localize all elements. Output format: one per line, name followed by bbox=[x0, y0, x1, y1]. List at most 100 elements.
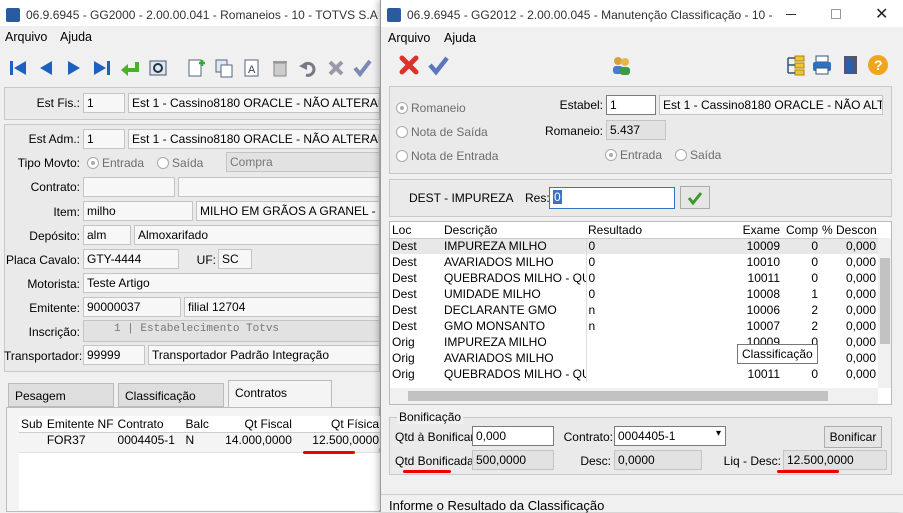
radio-saida[interactable]: Saída bbox=[157, 156, 203, 170]
col-emitente-nf[interactable]: Emitente NF bbox=[44, 416, 116, 433]
maximize-icon[interactable] bbox=[831, 9, 841, 19]
edit-record-icon[interactable]: A bbox=[240, 56, 264, 80]
cell-qt-fiscal: 14.000,0000 bbox=[225, 433, 292, 448]
radio-entrada-label: Entrada bbox=[620, 148, 663, 162]
cell-loc: Dest bbox=[392, 287, 417, 301]
bonificar-button[interactable]: Bonificar bbox=[824, 426, 882, 448]
col-balc[interactable]: Balc bbox=[183, 416, 212, 433]
est-adm-code[interactable]: 1 bbox=[83, 129, 125, 149]
print-icon[interactable] bbox=[810, 53, 834, 77]
vertical-scrollbar-thumb[interactable] bbox=[880, 258, 890, 344]
minimize-icon[interactable] bbox=[786, 14, 796, 15]
cell-comp: 2 bbox=[811, 303, 818, 317]
table-row[interactable]: Dest DECLARANTE GMO n 10006 2 0,000 bbox=[390, 302, 878, 318]
go-to-icon[interactable] bbox=[118, 56, 142, 80]
horizontal-scrollbar-thumb[interactable] bbox=[408, 391, 828, 401]
col-descricao[interactable]: Descrição bbox=[442, 222, 586, 239]
next-record-icon[interactable] bbox=[62, 56, 86, 80]
previous-record-icon[interactable] bbox=[34, 56, 58, 80]
cancel-icon[interactable] bbox=[324, 56, 348, 80]
cell-resultado: n bbox=[585, 318, 730, 334]
radio-romaneio[interactable]: Romaneio bbox=[396, 101, 466, 115]
col-resultado[interactable]: Resultado bbox=[586, 222, 730, 239]
confirm-icon[interactable] bbox=[426, 53, 450, 77]
table-row[interactable]: Dest AVARIADOS MILHO 0 10010 0 0,000 bbox=[390, 254, 878, 270]
emitente-code[interactable]: 90000037 bbox=[83, 297, 181, 317]
placa-field[interactable]: GTY-4444 bbox=[83, 249, 179, 269]
table-row[interactable]: Dest QUEBRADOS MILHO - QU 0 10011 0 0,000 bbox=[390, 270, 878, 286]
cell-loc: Dest bbox=[392, 255, 417, 269]
users-icon[interactable] bbox=[609, 53, 633, 77]
item-code[interactable]: milho bbox=[83, 201, 193, 221]
qtd-a-bonificar-field[interactable]: 0,000 bbox=[472, 426, 554, 446]
cell-percent-desconto: 0,000 bbox=[845, 335, 876, 349]
search-icon[interactable] bbox=[146, 56, 170, 80]
motorista-field[interactable]: Teste Artigo bbox=[83, 273, 380, 293]
est-fis-label: Est Fis.: bbox=[36, 96, 80, 110]
bonus-contrato-value: 0004405-1 bbox=[618, 429, 676, 443]
radio-nota-saida[interactable]: Nota de Saída bbox=[396, 125, 488, 139]
col-qt-fiscal[interactable]: Qt Fiscal bbox=[211, 416, 294, 433]
col-loc[interactable]: Loc bbox=[390, 222, 442, 239]
tooltip: Classificação bbox=[737, 344, 818, 364]
table-row[interactable]: Dest IMPUREZA MILHO 0 10009 0 0,000 bbox=[390, 238, 878, 254]
cell-sub bbox=[19, 432, 45, 448]
help-icon[interactable]: ? bbox=[866, 53, 890, 77]
cell-emitente-nf: FOR37 bbox=[46, 433, 86, 448]
confirm-icon[interactable] bbox=[350, 56, 374, 80]
first-record-icon[interactable] bbox=[6, 56, 30, 80]
table-row[interactable]: Orig QUEBRADOS MILHO - QU 10011 0 0,000 bbox=[390, 366, 878, 382]
menu-arquivo[interactable]: Arquivo bbox=[5, 30, 47, 44]
status-text: Informe o Resultado da Classificação bbox=[389, 498, 605, 513]
exit-door-icon[interactable] bbox=[838, 53, 862, 77]
tree-structure-icon[interactable] bbox=[783, 53, 807, 77]
table-row[interactable]: Dest GMO MONSANTO n 10007 2 0,000 bbox=[390, 318, 878, 334]
radio-entrada[interactable]: Entrada bbox=[87, 156, 144, 170]
new-record-icon[interactable] bbox=[184, 56, 208, 80]
estabel-code[interactable]: 1 bbox=[606, 95, 656, 115]
tab-classificacao[interactable]: Classificação bbox=[118, 383, 224, 407]
item-label: Item: bbox=[53, 205, 80, 219]
bonus-contrato-select[interactable]: 0004405-1 ▾ bbox=[614, 426, 726, 446]
cancel-icon[interactable] bbox=[397, 53, 421, 77]
radio-nota-entrada[interactable]: Nota de Entrada bbox=[396, 149, 498, 163]
est-fis-code[interactable]: 1 bbox=[83, 93, 125, 113]
highlight-underline-qtd-bonificada bbox=[403, 470, 451, 473]
cell-qt-fisica: 12.500,0000 bbox=[312, 433, 379, 448]
menu-ajuda[interactable]: Ajuda bbox=[444, 31, 476, 45]
contrato-field[interactable] bbox=[83, 177, 175, 197]
desc-field: 0,0000 bbox=[614, 450, 702, 470]
tab-pesagem[interactable]: Pesagem bbox=[8, 383, 114, 407]
col-qt-fisica[interactable]: Qt Física bbox=[293, 416, 381, 433]
cell-percent-desconto: 0,000 bbox=[845, 255, 876, 269]
col-exame[interactable]: Exame bbox=[730, 222, 782, 239]
col-sub[interactable]: Sub bbox=[19, 416, 45, 433]
table-row[interactable]: FOR37 0004405-1 N 14.000,0000 12.500,000… bbox=[19, 432, 381, 448]
last-record-icon[interactable] bbox=[90, 56, 114, 80]
tab-contratos[interactable]: Contratos bbox=[228, 380, 332, 408]
radio-entrada[interactable]: Entrada bbox=[605, 148, 662, 162]
menu-arquivo[interactable]: Arquivo bbox=[388, 31, 430, 45]
table-row[interactable]: Dest UMIDADE MILHO 0 10008 1 0,000 bbox=[390, 286, 878, 302]
radio-nota-entrada-label: Nota de Entrada bbox=[411, 149, 499, 163]
deposito-code[interactable]: alm bbox=[83, 225, 131, 245]
col-comp[interactable]: Comp bbox=[782, 222, 820, 239]
radio-saida-label: Saída bbox=[172, 156, 204, 170]
selected-exam-label: DEST - IMPUREZA bbox=[409, 191, 514, 205]
menu-ajuda[interactable]: Ajuda bbox=[60, 30, 92, 44]
res-input[interactable]: 0 bbox=[549, 187, 675, 209]
col-percent-desconto[interactable]: % Descon bbox=[820, 222, 878, 239]
col-contrato[interactable]: Contrato bbox=[115, 416, 184, 433]
uf-field[interactable]: SC bbox=[218, 249, 252, 269]
close-icon[interactable]: ✕ bbox=[875, 4, 888, 24]
delete-icon[interactable] bbox=[268, 56, 292, 80]
undo-icon[interactable] bbox=[296, 56, 320, 80]
cell-comp: 0 bbox=[811, 239, 818, 254]
copy-record-icon[interactable] bbox=[212, 56, 236, 80]
radio-saida[interactable]: Saída bbox=[675, 148, 721, 162]
transportador-code[interactable]: 99999 bbox=[83, 345, 145, 365]
apply-result-button[interactable] bbox=[680, 186, 710, 209]
cell-exame: 10006 bbox=[746, 303, 780, 317]
cell-comp: 2 bbox=[811, 319, 818, 333]
background-window: 06.9.6945 - GG2000 - 2.00.00.041 - Roman… bbox=[0, 0, 412, 512]
